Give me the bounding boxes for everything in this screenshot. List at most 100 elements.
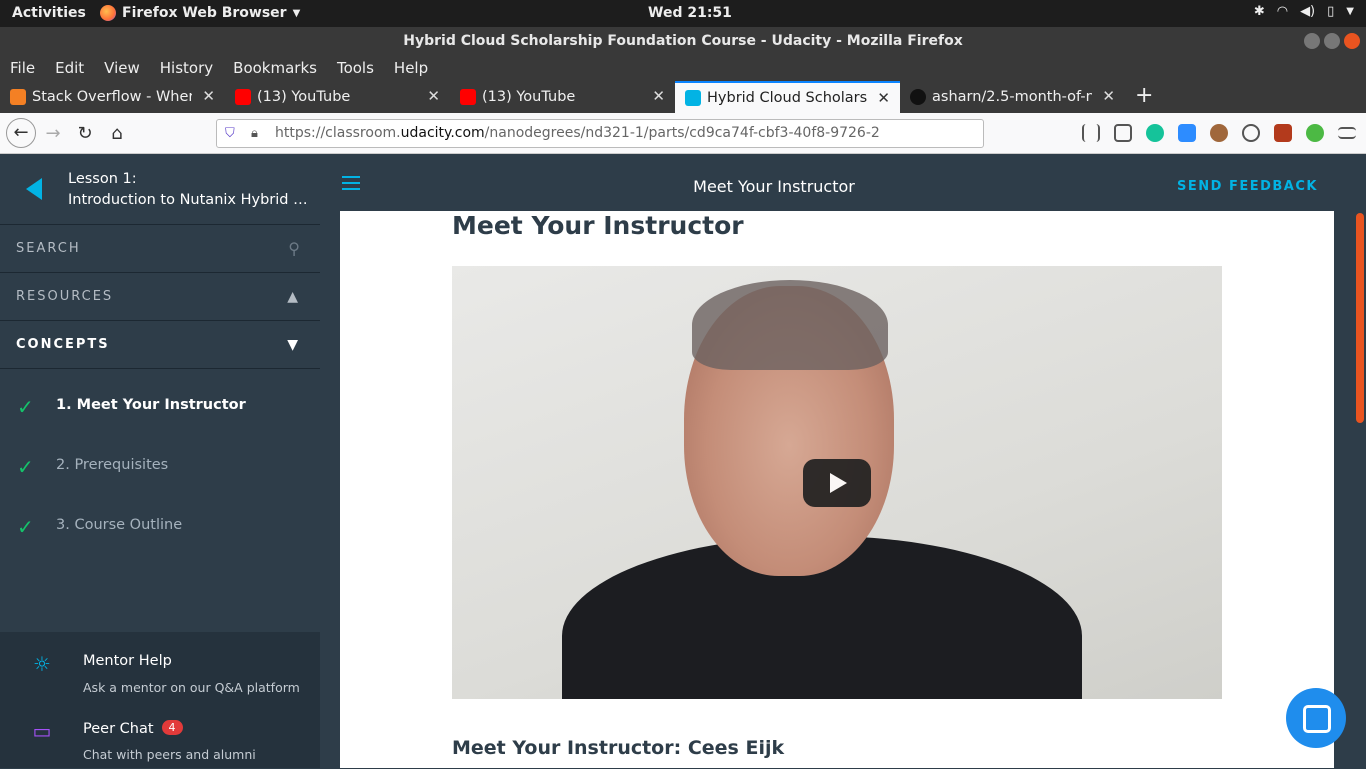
tab-label: Hybrid Cloud Scholarship Foundation Cour… <box>707 90 867 106</box>
back-button[interactable]: ← <box>6 118 36 148</box>
app-menu[interactable]: Firefox Web Browser ▼ <box>100 5 300 21</box>
lesson-header[interactable]: Lesson 1: Introduction to Nutanix Hybrid… <box>0 154 320 225</box>
page-title: Meet Your Instructor <box>452 211 744 240</box>
resources-row[interactable]: RESOURCES ▲ <box>0 273 320 321</box>
scrollbar-thumb[interactable] <box>1356 213 1364 423</box>
tab-label: asharn/2.5-month-of-nutanix <box>932 89 1092 105</box>
tab-label: (13) YouTube <box>482 89 576 105</box>
concept-content: Meet Your Instructor Meet Your Instructo… <box>340 211 1334 768</box>
account-icon[interactable] <box>1242 124 1260 142</box>
app-menu-label: Firefox Web Browser <box>122 5 287 21</box>
chevron-down-icon[interactable]: ▼ <box>1346 6 1354 17</box>
send-feedback-link[interactable]: SEND FEEDBACK <box>1177 179 1318 194</box>
menu-edit[interactable]: Edit <box>55 55 84 81</box>
search-row[interactable]: SEARCH ⚲ <box>0 225 320 273</box>
addon-icon[interactable] <box>1306 124 1324 142</box>
close-window-button[interactable] <box>1344 33 1360 49</box>
lightbulb-icon: ☼ <box>33 652 51 676</box>
concept-label: 1. Meet Your Instructor <box>56 397 246 413</box>
back-arrow-icon[interactable] <box>26 178 42 200</box>
concept-label: 3. Course Outline <box>56 517 183 533</box>
window-title: Hybrid Cloud Scholarship Foundation Cour… <box>403 33 963 49</box>
scrollbar[interactable] <box>1354 211 1366 768</box>
activities-button[interactable]: Activities <box>12 5 86 21</box>
wifi-icon[interactable]: ◠ <box>1277 4 1288 19</box>
search-label: SEARCH <box>16 241 81 256</box>
tab-youtube-1[interactable]: (13) YouTube ✕ <box>225 81 450 113</box>
checkmark-icon: ✓ <box>17 395 34 419</box>
tab-udacity[interactable]: Hybrid Cloud Scholarship Foundation Cour… <box>675 81 900 113</box>
concept-item[interactable]: ✓ 1. Meet Your Instructor <box>0 387 320 447</box>
menu-file[interactable]: File <box>10 55 35 81</box>
maximize-button[interactable] <box>1324 33 1340 49</box>
search-icon[interactable]: ⚲ <box>288 225 300 273</box>
lock-icon[interactable]: 🔒︎ <box>251 120 258 147</box>
battery-icon[interactable]: ▯ <box>1327 4 1334 19</box>
concepts-row[interactable]: CONCEPTS ▼ <box>0 321 320 369</box>
concept-item[interactable]: ✓ 3. Course Outline <box>0 507 320 567</box>
mentor-help-subtitle: Ask a mentor on our Q&A platform <box>83 680 300 695</box>
udacity-icon <box>685 90 701 106</box>
system-top-bar: Activities Firefox Web Browser ▼ Wed 21:… <box>0 0 1366 27</box>
tab-label: Stack Overflow - Where Developers Learn <box>32 89 192 105</box>
menu-tools[interactable]: Tools <box>337 55 374 81</box>
concept-item[interactable]: ✓ 2. Prerequisites <box>0 447 320 507</box>
video-frame-hair <box>692 280 888 370</box>
menu-history[interactable]: History <box>160 55 213 81</box>
peer-chat-link[interactable]: ▭ Peer Chat 4 Chat with peers and alumni <box>0 709 320 769</box>
support-chat-button[interactable] <box>1286 688 1346 748</box>
checkmark-icon: ✓ <box>17 455 34 479</box>
mentor-help-link[interactable]: ☼ Mentor Help Ask a mentor on our Q&A pl… <box>0 642 320 702</box>
toolbar-extensions <box>1082 124 1356 142</box>
github-icon <box>910 89 926 105</box>
firefox-icon <box>100 5 116 21</box>
close-tab-icon[interactable]: ✕ <box>1102 87 1115 105</box>
tab-stackoverflow[interactable]: Stack Overflow - Where Developers Learn … <box>0 81 225 113</box>
library-icon[interactable] <box>1082 124 1100 142</box>
grammarly-icon[interactable] <box>1146 124 1164 142</box>
notification-badge: 4 <box>161 720 183 735</box>
zoom-icon[interactable] <box>1178 124 1196 142</box>
close-tab-icon[interactable]: ✕ <box>427 87 440 105</box>
close-tab-icon[interactable]: ✕ <box>877 89 890 107</box>
hamburger-menu-icon[interactable] <box>1338 127 1356 139</box>
extension-icon[interactable] <box>1274 124 1292 142</box>
close-tab-icon[interactable]: ✕ <box>202 87 215 105</box>
youtube-icon <box>460 89 476 105</box>
slack-icon[interactable]: ✱ <box>1254 4 1265 19</box>
tab-strip: Stack Overflow - Where Developers Learn … <box>0 81 1366 113</box>
close-tab-icon[interactable]: ✕ <box>652 87 665 105</box>
menu-bar: File Edit View History Bookmarks Tools H… <box>0 55 1366 81</box>
chevron-up-icon: ▲ <box>287 289 300 305</box>
concept-list: ✓ 1. Meet Your Instructor ✓ 2. Prerequis… <box>0 369 320 567</box>
home-button[interactable]: ⌂ <box>104 121 130 147</box>
menu-help[interactable]: Help <box>394 55 428 81</box>
tab-youtube-2[interactable]: (13) YouTube ✕ <box>450 81 675 113</box>
menu-bookmarks[interactable]: Bookmarks <box>233 55 317 81</box>
peer-chat-subtitle: Chat with peers and alumni <box>83 747 256 762</box>
help-panel: ☼ Mentor Help Ask a mentor on our Q&A pl… <box>0 632 320 768</box>
minimize-button[interactable] <box>1304 33 1320 49</box>
reload-button[interactable]: ↻ <box>72 121 98 147</box>
chevron-down-icon: ▼ <box>292 7 301 19</box>
concepts-label: CONCEPTS <box>16 337 110 352</box>
video-player[interactable] <box>452 266 1222 699</box>
youtube-icon <box>235 89 251 105</box>
cookie-icon[interactable] <box>1210 124 1228 142</box>
forward-button[interactable]: → <box>40 121 66 147</box>
play-button[interactable] <box>803 459 871 507</box>
volume-icon[interactable]: ◀) <box>1300 4 1315 19</box>
url-prefix: https://classroom. <box>275 125 401 141</box>
new-tab-button[interactable]: + <box>1125 81 1163 113</box>
clock[interactable]: Wed 21:51 <box>648 5 732 21</box>
mentor-help-title: Mentor Help <box>83 653 172 669</box>
tab-github[interactable]: asharn/2.5-month-of-nutanix ✕ <box>900 81 1125 113</box>
url-bar[interactable]: ⛉ 🔒︎ https://classroom.udacity.com/nanod… <box>216 119 984 148</box>
url-domain: udacity.com <box>400 125 485 141</box>
url-path: /nanodegrees/nd321-1/parts/cd9ca74f-cbf3… <box>484 125 880 141</box>
sidebar-icon[interactable] <box>1114 124 1132 142</box>
system-tray[interactable]: ✱ ◠ ◀) ▯ ▼ <box>1254 4 1354 19</box>
menu-view[interactable]: View <box>104 55 140 81</box>
classroom-header: Meet Your Instructor SEND FEEDBACK <box>320 154 1366 211</box>
shield-icon[interactable]: ⛉ <box>225 120 235 147</box>
